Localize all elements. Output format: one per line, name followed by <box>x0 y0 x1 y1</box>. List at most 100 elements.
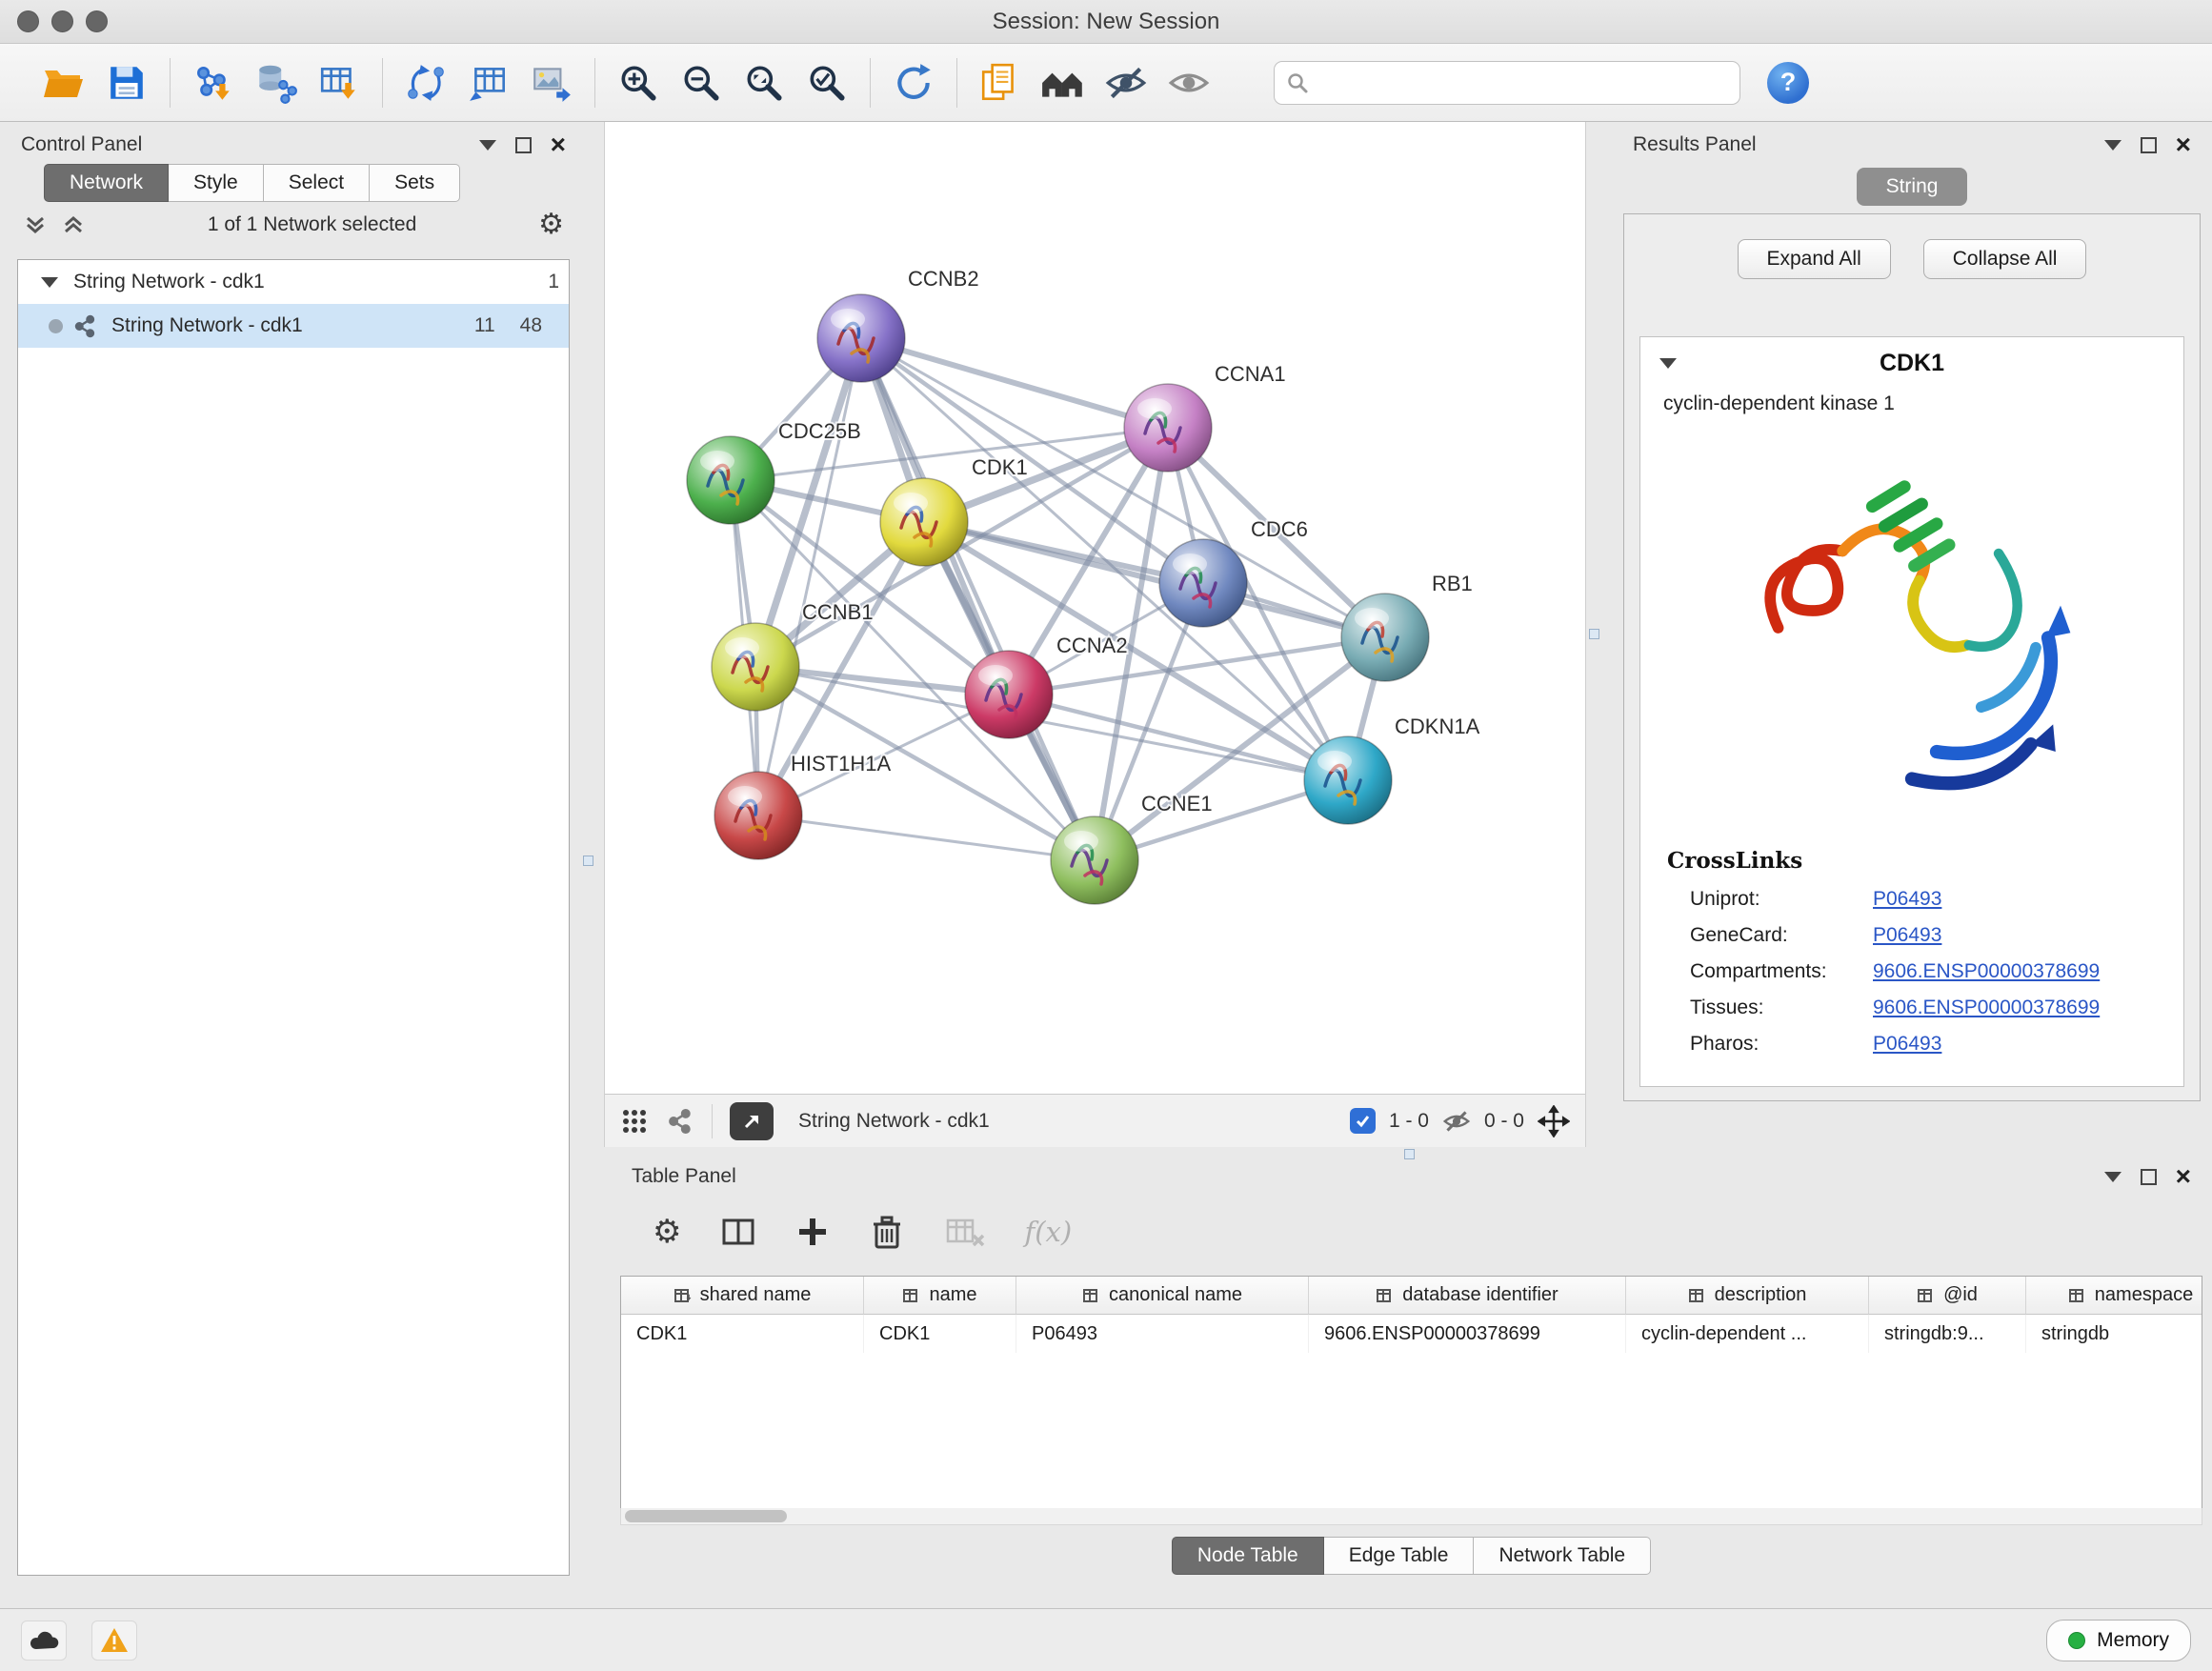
cell-shared-name[interactable]: CDK1 <box>621 1315 864 1353</box>
hide-selected-eye-slash-icon[interactable] <box>1095 53 1157 112</box>
tab-sets[interactable]: Sets <box>370 164 460 202</box>
node-label: HIST1H1A <box>791 752 891 775</box>
float-panel-icon[interactable] <box>2141 1169 2157 1185</box>
expand-all-icon[interactable] <box>61 212 86 237</box>
pan-move-icon[interactable] <box>1538 1105 1570 1137</box>
column-header[interactable]: namespace <box>2026 1277 2202 1315</box>
tab-edge-table[interactable]: Edge Table <box>1324 1537 1475 1575</box>
scrollbar-thumb[interactable] <box>625 1510 787 1522</box>
panel-menu-icon[interactable] <box>2104 1172 2122 1182</box>
network-edge[interactable] <box>924 522 1385 637</box>
network-edge[interactable] <box>861 338 1095 860</box>
selected-nodes-icon[interactable] <box>1350 1108 1376 1134</box>
column-header[interactable]: shared name <box>621 1277 864 1315</box>
crosslink-genecard-link[interactable]: P06493 <box>1873 924 1941 947</box>
home-layout-icon[interactable] <box>1032 53 1095 112</box>
import-network-file-icon[interactable] <box>182 53 245 112</box>
bottom-splitter-handle[interactable] <box>1404 1149 1415 1159</box>
import-network-database-icon[interactable] <box>245 53 308 112</box>
column-header[interactable]: @id <box>1869 1277 2026 1315</box>
network-row-selected[interactable]: String Network - cdk1 11 48 <box>18 304 569 348</box>
network-edge[interactable] <box>861 338 1168 428</box>
network-edge[interactable] <box>758 815 1095 860</box>
cell-database-identifier[interactable]: 9606.ENSP00000378699 <box>1309 1315 1626 1353</box>
panel-menu-icon[interactable] <box>2104 140 2122 151</box>
network-node-HIST1H1A[interactable]: HIST1H1A <box>714 752 891 859</box>
results-panel-title: Results Panel <box>1633 133 1757 156</box>
table-options-gear-icon[interactable]: ⚙ <box>653 1218 681 1246</box>
close-panel-icon[interactable]: × <box>2176 1167 2191 1186</box>
new-network-icon[interactable] <box>394 53 457 112</box>
network-edge[interactable] <box>758 338 861 815</box>
network-node-CDKN1A[interactable]: CDKN1A <box>1304 715 1480 824</box>
cloud-status-icon[interactable] <box>21 1621 67 1661</box>
tab-network[interactable]: Network <box>44 164 169 202</box>
column-header[interactable]: description <box>1626 1277 1869 1315</box>
zoom-in-icon[interactable] <box>607 53 670 112</box>
network-node-CCNA1[interactable]: CCNA1 <box>1124 362 1286 472</box>
cell-name[interactable]: CDK1 <box>864 1315 1016 1353</box>
show-columns-icon[interactable] <box>719 1213 757 1251</box>
show-all-eye-icon[interactable] <box>1157 53 1220 112</box>
network-view[interactable]: CCNB2CCNA1CDC25BCDK1CDC6RB1CCNB1CCNA2CDK… <box>604 122 1586 1147</box>
panel-menu-icon[interactable] <box>479 140 496 151</box>
tab-select[interactable]: Select <box>264 164 370 202</box>
column-header[interactable]: database identifier <box>1309 1277 1626 1315</box>
memory-button[interactable]: Memory <box>2046 1620 2191 1661</box>
network-node-CCNE1[interactable]: CCNE1 <box>1051 792 1213 904</box>
export-image-icon[interactable] <box>520 53 583 112</box>
update-network-icon[interactable] <box>882 53 945 112</box>
tab-style[interactable]: Style <box>169 164 264 202</box>
new-table-icon[interactable] <box>457 53 520 112</box>
open-in-new-window-icon[interactable] <box>730 1102 774 1140</box>
network-node-CDK1[interactable]: CDK1 <box>880 455 1028 566</box>
help-icon[interactable]: ? <box>1767 62 1809 104</box>
float-panel-icon[interactable] <box>515 137 532 153</box>
close-panel-icon[interactable]: × <box>2176 135 2191 154</box>
column-header[interactable]: canonical name <box>1016 1277 1309 1315</box>
zoom-out-icon[interactable] <box>670 53 733 112</box>
search-input[interactable] <box>1317 71 1728 94</box>
crosslink-compartments-link[interactable]: 9606.ENSP00000378699 <box>1873 960 2100 983</box>
cell-description[interactable]: cyclin-dependent ... <box>1626 1315 1869 1353</box>
float-panel-icon[interactable] <box>2141 137 2157 153</box>
crosslinks-heading: CrossLinks <box>1640 823 2183 881</box>
close-panel-icon[interactable]: × <box>551 135 566 154</box>
delete-columns-trash-icon[interactable] <box>868 1213 906 1251</box>
left-splitter-handle[interactable] <box>583 856 593 866</box>
cell-id[interactable]: stringdb:9... <box>1869 1315 2026 1353</box>
collapse-all-button[interactable]: Collapse All <box>1923 239 2087 279</box>
network-share-icon[interactable] <box>666 1107 694 1136</box>
collapse-gene-icon[interactable] <box>1659 358 1677 369</box>
right-splitter-handle[interactable] <box>1589 629 1599 639</box>
warning-icon[interactable] <box>91 1621 137 1661</box>
horizontal-scrollbar[interactable] <box>620 1508 2202 1525</box>
hidden-eye-slash-icon[interactable] <box>1442 1107 1471 1136</box>
tab-node-table[interactable]: Node Table <box>1172 1537 1324 1575</box>
table-row[interactable]: CDK1 CDK1 P06493 9606.ENSP00000378699 cy… <box>621 1315 2202 1353</box>
tab-network-table[interactable]: Network Table <box>1474 1537 1651 1575</box>
open-session-icon[interactable] <box>32 53 95 112</box>
create-column-plus-icon[interactable] <box>795 1215 830 1249</box>
network-options-gear-icon[interactable]: ⚙ <box>538 211 564 239</box>
save-session-icon[interactable] <box>95 53 158 112</box>
birds-eye-grid-icon[interactable] <box>620 1107 649 1136</box>
network-canvas[interactable]: CCNB2CCNA1CDC25BCDK1CDC6RB1CCNB1CCNA2CDK… <box>605 122 1587 1094</box>
search-field[interactable] <box>1274 61 1740 105</box>
zoom-selected-icon[interactable] <box>795 53 858 112</box>
expand-all-button[interactable]: Expand All <box>1738 239 1891 279</box>
network-node-RB1[interactable]: RB1 <box>1341 572 1473 681</box>
crosslink-uniprot-link[interactable]: P06493 <box>1873 888 1941 911</box>
crosslink-tissues-link[interactable]: 9606.ENSP00000378699 <box>1873 997 2100 1019</box>
zoom-fit-icon[interactable] <box>733 53 795 112</box>
network-collection-row[interactable]: String Network - cdk1 1 <box>18 260 569 304</box>
crosslink-pharos-link[interactable]: P06493 <box>1873 1033 1941 1056</box>
cell-canonical-name[interactable]: P06493 <box>1016 1315 1309 1353</box>
cell-namespace[interactable]: stringdb <box>2026 1315 2202 1353</box>
collapse-all-icon[interactable] <box>23 212 48 237</box>
import-table-file-icon[interactable] <box>308 53 371 112</box>
copy-icon[interactable] <box>969 53 1032 112</box>
tab-string[interactable]: String <box>1857 168 1967 206</box>
column-header[interactable]: name <box>864 1277 1016 1315</box>
collection-expand-icon[interactable] <box>41 277 58 288</box>
